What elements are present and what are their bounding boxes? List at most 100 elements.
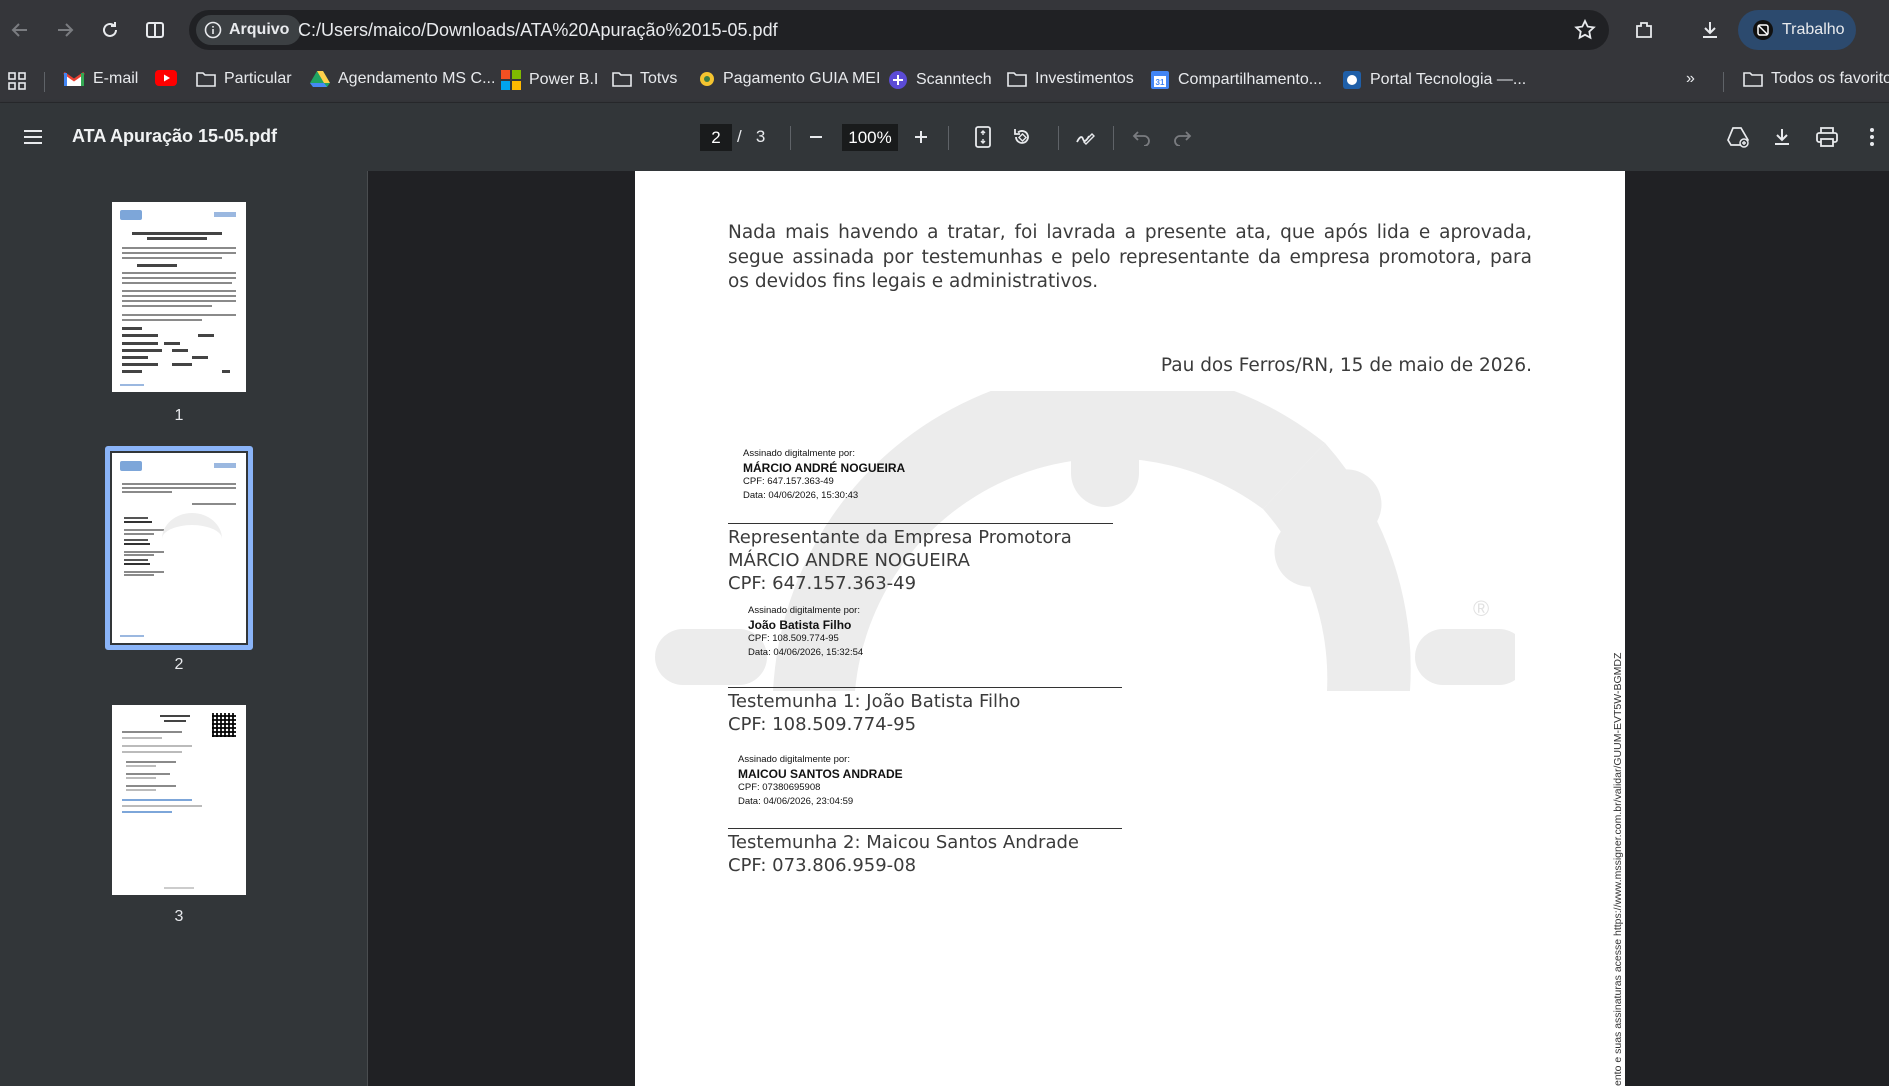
save-to-drive-icon[interactable] <box>1725 124 1751 150</box>
toolbar-divider <box>1113 126 1114 150</box>
portal-icon <box>1342 70 1362 90</box>
stamp-cpf: CPF: 647.157.363-49 <box>743 476 834 487</box>
site-info-chip[interactable]: Arquivo <box>196 15 302 45</box>
digital-signature-stamp: Assinado digitalmente por: João Batista … <box>748 604 863 660</box>
info-icon <box>204 21 222 39</box>
stamp-name: João Batista Filho <box>748 618 852 632</box>
stamp-date: Data: 04/06/2026, 15:30:43 <box>743 490 859 501</box>
bookmark-label: Agendamento MS C... <box>338 70 496 87</box>
signer-cpf: CPF: 073.806.959-08 <box>728 855 917 876</box>
page-number-input[interactable]: 2 <box>700 124 732 151</box>
thumbnail-page-2[interactable] <box>112 453 246 643</box>
bookmark-label: Pagamento GUIA MEI <box>723 70 881 87</box>
address-bar[interactable]: Arquivo C:/Users/maico/Downloads/ATA%20A… <box>189 10 1609 50</box>
document-title: ATA Apuração 15-05.pdf <box>72 126 278 146</box>
folder-icon <box>196 70 216 88</box>
download-icon[interactable] <box>1769 124 1795 150</box>
more-options-icon[interactable] <box>1859 124 1885 150</box>
folder-icon <box>1743 70 1763 88</box>
site-icon <box>699 71 715 87</box>
toolbar-divider <box>948 126 949 150</box>
bookmark-label: Scanntech <box>916 71 992 88</box>
zoom-in-icon[interactable] <box>908 124 934 150</box>
place-date: Pau dos Ferros/RN, 15 de maio de 2026. <box>1160 355 1532 376</box>
gmail-icon <box>63 70 85 88</box>
apps-grid-icon[interactable] <box>7 71 27 91</box>
microsoft-icon <box>501 70 521 90</box>
bookmark-particular[interactable]: Particular <box>196 70 292 88</box>
browser-toolbar: Arquivo C:/Users/maico/Downloads/ATA%20A… <box>0 0 1889 60</box>
bookmark-label: Investimentos <box>1035 70 1134 87</box>
bookmark-label: Particular <box>224 70 292 87</box>
extensions-icon[interactable] <box>1628 14 1660 46</box>
youtube-icon <box>155 70 177 86</box>
redo-icon[interactable] <box>1169 124 1195 150</box>
bookmarks-overflow-button[interactable]: » <box>1686 70 1695 88</box>
thumbnail-label: 2 <box>174 656 184 673</box>
signer-role: Testemunha 2: Maicou Santos Andrade <box>728 832 1079 853</box>
bookmark-investimentos[interactable]: Investimentos <box>1007 70 1134 88</box>
page-count: / 3 <box>737 127 766 146</box>
bookmark-label: Power B.I <box>529 71 599 88</box>
rotate-icon[interactable] <box>1009 124 1035 150</box>
stamp-name: MAICOU SANTOS ANDRADE <box>738 767 903 781</box>
all-bookmarks-folder[interactable]: Todos os favoritos <box>1743 70 1889 88</box>
security-chip-label: Arquivo <box>229 21 290 38</box>
bookmark-label: Compartilhamento... <box>1178 71 1323 88</box>
profile-avatar-icon <box>1752 19 1774 41</box>
signer-role: Testemunha 1: João Batista Filho <box>728 691 1021 712</box>
drive-icon <box>310 70 330 88</box>
stamp-heading: Assinado digitalmente por: <box>748 605 860 616</box>
chevrons-right-icon: » <box>1686 70 1695 87</box>
fit-page-icon[interactable] <box>970 124 996 150</box>
bookmark-scanntech[interactable]: Scanntech <box>888 70 992 90</box>
signature-line <box>728 687 1122 688</box>
bookmark-compartilhamento[interactable]: 31 Compartilhamento... <box>1150 70 1322 90</box>
menu-icon[interactable] <box>20 124 46 150</box>
signature-line <box>728 523 1113 524</box>
signature-line <box>728 828 1122 829</box>
bookmark-guia-mei[interactable]: Pagamento GUIA MEI <box>699 70 880 88</box>
bookmarks-divider <box>1723 72 1724 92</box>
annotate-pen-icon[interactable] <box>1072 124 1098 150</box>
logo-icon <box>120 210 142 220</box>
logo-icon <box>214 212 236 217</box>
thumbnail-page-1[interactable] <box>112 202 246 392</box>
bookmark-youtube[interactable] <box>155 70 177 86</box>
pdf-toolbar: ATA Apuração 15-05.pdf 2 / 3 100% <box>0 103 1889 171</box>
bookmark-portal-tecnologia[interactable]: Portal Tecnologia —... <box>1342 70 1526 90</box>
watermark-logo-icon <box>162 513 222 565</box>
folder-icon <box>612 70 632 88</box>
signature-block-representante: Representante da Empresa Promotora MÁRCI… <box>728 526 1072 595</box>
reload-icon[interactable] <box>94 14 126 46</box>
back-arrow-icon[interactable] <box>4 14 36 46</box>
closing-paragraph: Nada mais havendo a tratar, foi lavrada … <box>728 222 1532 292</box>
pdf-page-2: ® Nada mais havendo a tratar, foi lavrad… <box>635 171 1625 1086</box>
profile-label: Trabalho <box>1782 21 1845 38</box>
signer-cpf: CPF: 647.157.363-49 <box>728 573 917 594</box>
folder-icon <box>1007 70 1027 88</box>
bookmark-agendamento[interactable]: Agendamento MS C... <box>310 70 495 88</box>
split-view-icon[interactable] <box>139 14 171 46</box>
bookmark-star-icon[interactable] <box>1573 18 1597 42</box>
stamp-date: Data: 04/06/2026, 23:04:59 <box>738 796 854 807</box>
bookmarks-divider <box>44 72 45 92</box>
bookmark-totvs[interactable]: Totvs <box>612 70 677 88</box>
downloads-icon[interactable] <box>1694 14 1726 46</box>
print-icon[interactable] <box>1814 124 1840 150</box>
bookmarks-bar: E-mail Particular Agendamento MS C... Po… <box>0 60 1889 103</box>
calendar-icon: 31 <box>1150 70 1170 90</box>
signature-block-testemunha-1: Testemunha 1: João Batista Filho CPF: 10… <box>728 690 1020 736</box>
zoom-input[interactable]: 100% <box>842 124 898 151</box>
toolbar-divider <box>790 126 791 150</box>
bookmark-email[interactable]: E-mail <box>63 70 138 88</box>
profile-button[interactable]: Trabalho <box>1738 10 1856 50</box>
undo-icon[interactable] <box>1129 124 1155 150</box>
digital-signature-stamp: Assinado digitalmente por: MAICOU SANTOS… <box>738 753 903 809</box>
toolbar-divider <box>1058 126 1059 150</box>
zoom-out-icon[interactable] <box>803 124 829 150</box>
thumbnail-page-3[interactable] <box>112 705 246 895</box>
url-text[interactable]: C:/Users/maico/Downloads/ATA%20Apuração%… <box>298 20 778 41</box>
bookmark-power-bi[interactable]: Power B.I <box>501 70 598 90</box>
forward-arrow-icon[interactable] <box>49 14 81 46</box>
